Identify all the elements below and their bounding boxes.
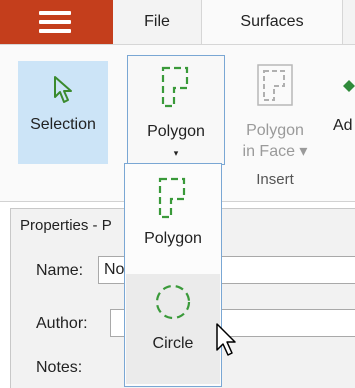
polygon-dropdown-menu: Polygon Circle (124, 163, 222, 387)
polygon-in-face-icon (257, 64, 293, 106)
ribbon-tab-bar: File Surfaces (0, 0, 355, 45)
notes-label: Notes: (36, 359, 83, 376)
polygon-in-face-label-line2: in Face ▾ (242, 143, 308, 160)
menu-item-polygon-label: Polygon (144, 230, 202, 247)
menu-item-circle-label: Circle (152, 335, 194, 352)
truncated-ribbon-button-label[interactable]: Ad (333, 117, 353, 135)
dashed-polygon-icon (158, 177, 186, 219)
insert-group-label: Insert (256, 171, 294, 188)
add-icon (343, 80, 355, 92)
properties-title: Properties - P (20, 217, 112, 234)
polygon-split-button[interactable]: Polygon ▾ (127, 55, 225, 165)
selection-button[interactable]: Selection (18, 61, 108, 164)
mouse-cursor-icon (216, 323, 236, 356)
pointer-arrow-icon (54, 76, 72, 103)
name-label: Name: (36, 262, 84, 279)
dropdown-arrow-icon[interactable]: ▾ (128, 148, 224, 158)
tab-file[interactable]: File (113, 0, 201, 44)
dashed-polygon-icon (161, 66, 189, 108)
polygon-in-face-label-line1: Polygon (246, 122, 304, 139)
menu-item-polygon[interactable]: Polygon (126, 167, 220, 275)
polygon-label: Polygon (147, 123, 205, 140)
dashed-circle-icon (155, 284, 191, 320)
author-label: Author: (36, 315, 88, 332)
app-menu-button[interactable] (0, 0, 113, 44)
menu-item-circle[interactable]: Circle (126, 274, 220, 384)
selection-label: Selection (30, 116, 96, 133)
polygon-in-face-button[interactable]: Polygon in Face ▾ (236, 55, 314, 163)
tab-surfaces[interactable]: Surfaces (201, 0, 343, 45)
